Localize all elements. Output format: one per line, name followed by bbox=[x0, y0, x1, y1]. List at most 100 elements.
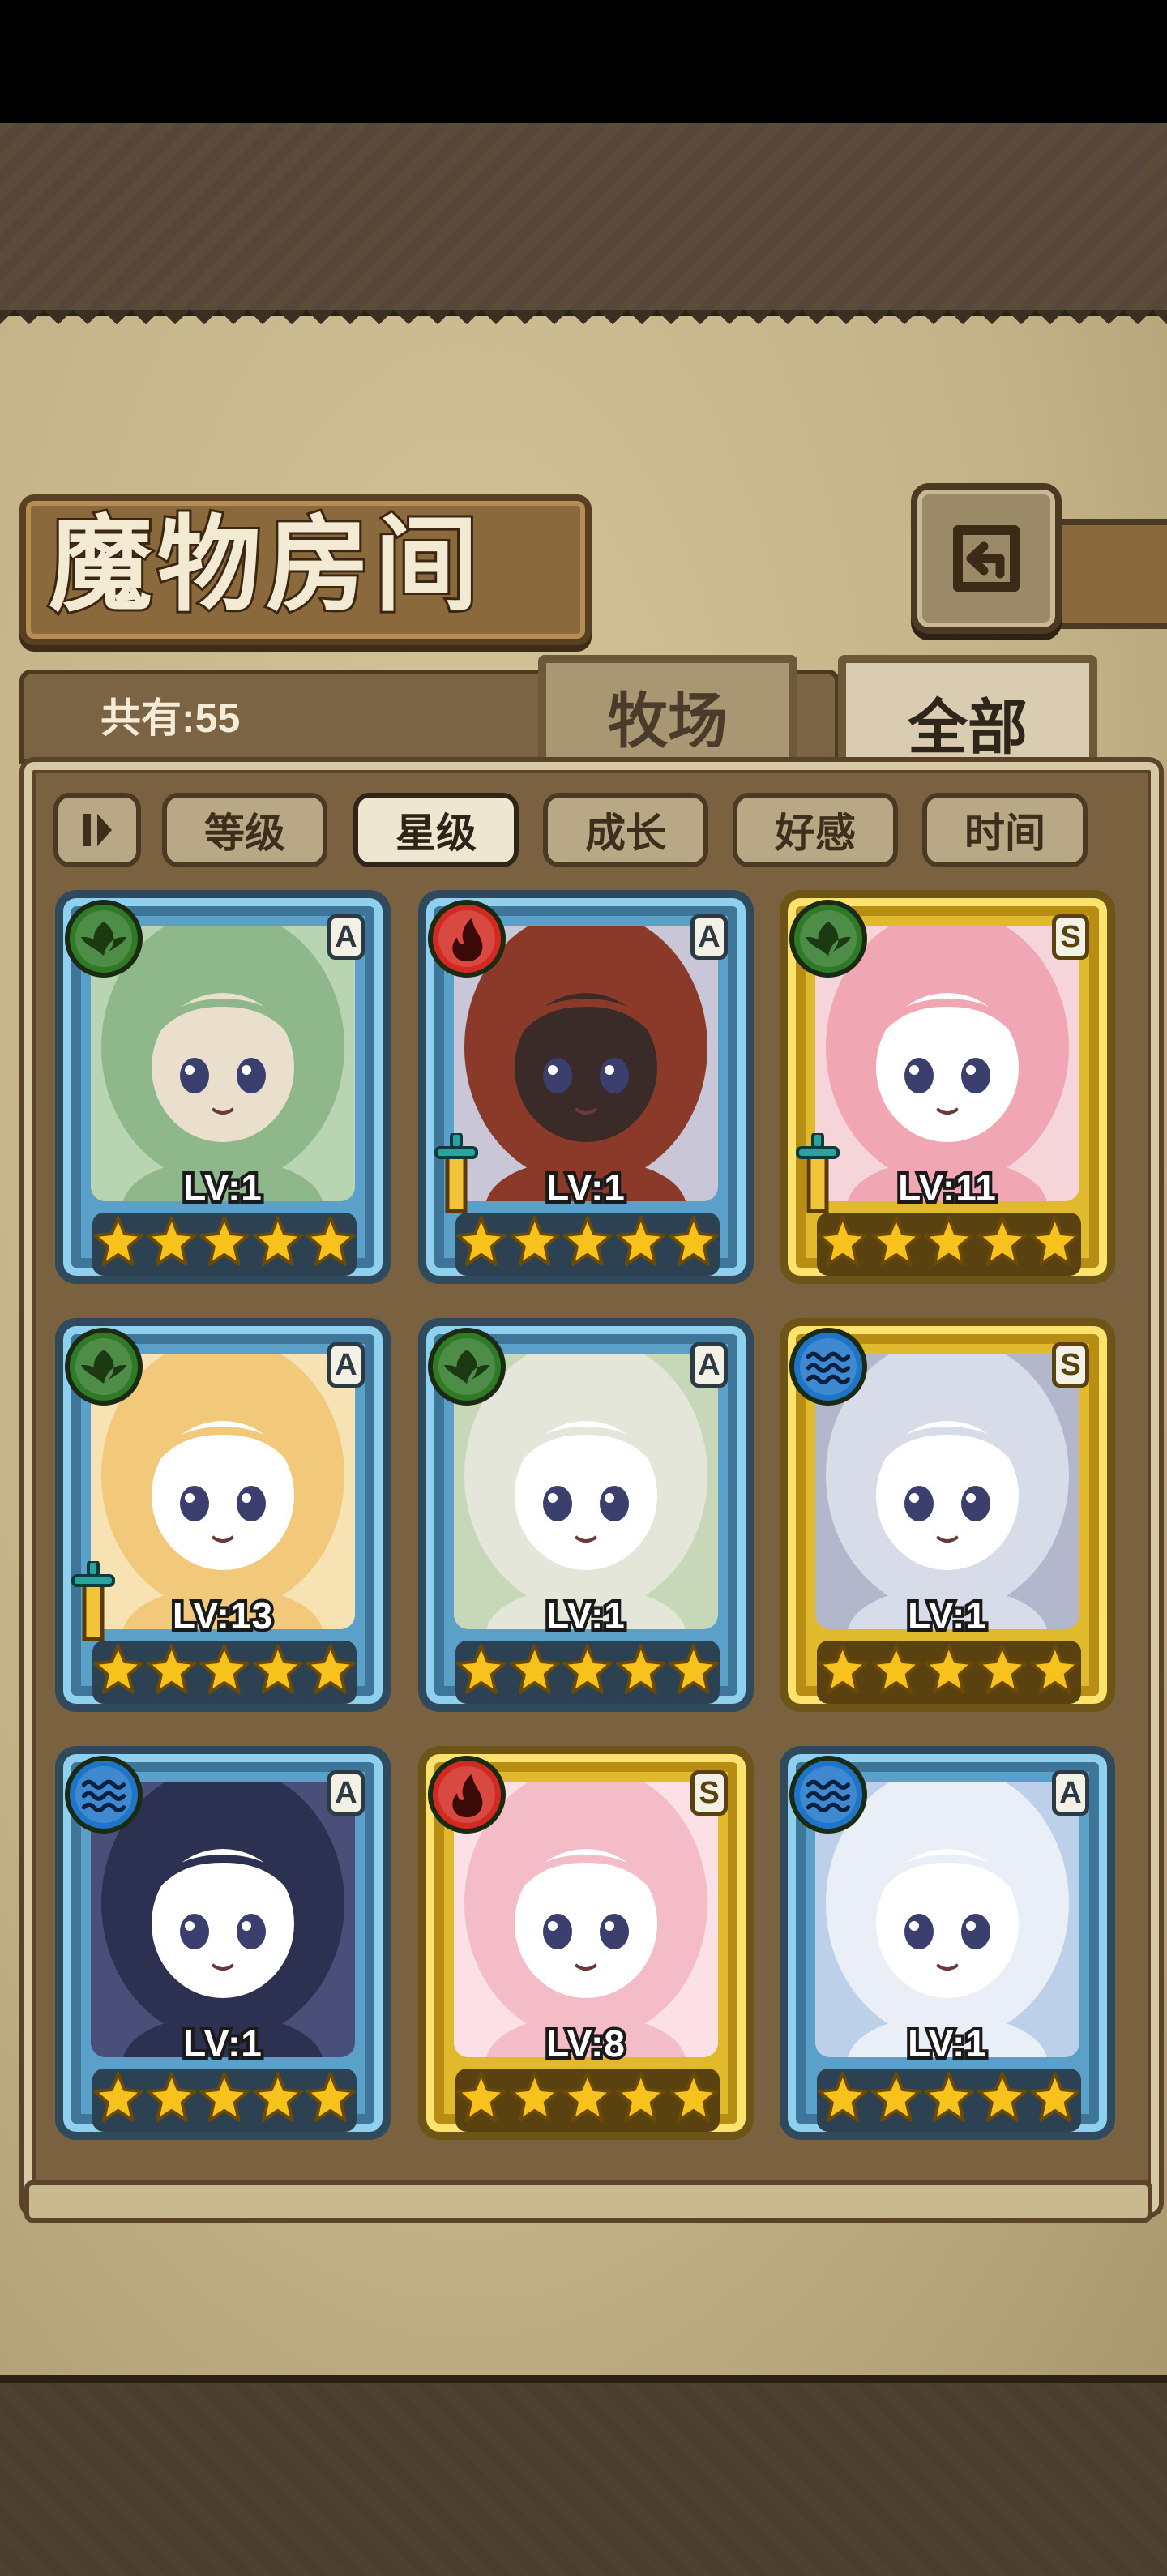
level-label: LV:1 bbox=[904, 1591, 990, 1640]
star-icon bbox=[93, 2072, 143, 2122]
level-label: LV:1 bbox=[543, 1163, 628, 1212]
level-label: LV:1 bbox=[180, 2019, 265, 2068]
rank-badge: S bbox=[690, 1770, 728, 1816]
star-icon bbox=[615, 1216, 666, 1266]
rank-badge: A bbox=[327, 1342, 365, 1388]
water-element-icon bbox=[789, 1328, 867, 1406]
star-icon bbox=[615, 2072, 666, 2122]
star-icon bbox=[1030, 2072, 1080, 2122]
map-strip-top bbox=[0, 123, 1167, 316]
star-rating bbox=[92, 1213, 357, 1276]
star-icon bbox=[146, 1644, 197, 1694]
star-icon bbox=[562, 2072, 613, 2122]
star-rating bbox=[455, 1641, 720, 1704]
star-icon bbox=[456, 1216, 507, 1266]
star-icon bbox=[306, 2072, 356, 2122]
rank-badge: A bbox=[690, 1342, 728, 1388]
monster-card[interactable]: S LV:8 bbox=[418, 1746, 754, 2140]
map-strip-bottom bbox=[0, 2375, 1167, 2576]
sort-order-toggle[interactable] bbox=[53, 793, 141, 867]
star-icon bbox=[252, 1644, 303, 1694]
star-icon bbox=[146, 2072, 197, 2122]
monster-card[interactable]: A LV:1 bbox=[418, 890, 754, 1284]
monster-card[interactable]: A LV:1 bbox=[418, 1318, 754, 1712]
star-icon bbox=[146, 1216, 197, 1266]
rank-badge: A bbox=[1052, 1770, 1089, 1816]
star-icon bbox=[562, 1644, 613, 1694]
star-icon bbox=[93, 1644, 143, 1694]
sort-order-icon bbox=[83, 814, 112, 846]
page-title: 魔物房间 bbox=[46, 502, 484, 628]
star-icon bbox=[93, 1216, 143, 1266]
star-icon bbox=[199, 2072, 250, 2122]
star-icon bbox=[509, 1216, 560, 1266]
tab-ranch[interactable]: 牧场 bbox=[538, 655, 797, 777]
level-label: LV:8 bbox=[543, 2019, 628, 2068]
star-icon bbox=[252, 1216, 303, 1266]
back-button-tail bbox=[1049, 519, 1167, 629]
star-icon bbox=[456, 2072, 507, 2122]
monster-card[interactable]: A LV:1 bbox=[55, 890, 391, 1284]
star-rating bbox=[92, 2069, 357, 2132]
star-icon bbox=[669, 2072, 719, 2122]
monster-count: 共有:55 bbox=[100, 695, 241, 741]
monster-card[interactable]: A LV:13 bbox=[55, 1318, 391, 1712]
star-icon bbox=[818, 1644, 868, 1694]
star-icon bbox=[562, 1216, 613, 1266]
star-icon bbox=[199, 1644, 250, 1694]
star-icon bbox=[669, 1216, 719, 1266]
star-icon bbox=[977, 1216, 1028, 1266]
star-icon bbox=[669, 1644, 719, 1694]
star-icon bbox=[615, 1644, 666, 1694]
wood-element-icon bbox=[789, 900, 867, 978]
rank-badge: A bbox=[690, 914, 728, 960]
zigzag-border-top bbox=[0, 310, 1167, 339]
back-arrow-icon bbox=[953, 525, 1020, 592]
star-icon bbox=[1030, 1644, 1080, 1694]
sort-star-button[interactable]: 星级 bbox=[353, 793, 519, 867]
star-icon bbox=[456, 1644, 507, 1694]
level-label: LV:1 bbox=[904, 2019, 990, 2068]
level-label: LV:1 bbox=[543, 1591, 628, 1640]
sort-level-button[interactable]: 等级 bbox=[162, 793, 327, 867]
fire-element-icon bbox=[428, 1756, 506, 1834]
star-icon bbox=[924, 1216, 974, 1266]
fire-element-icon bbox=[428, 900, 506, 978]
star-icon bbox=[509, 1644, 560, 1694]
sort-growth-button[interactable]: 成长 bbox=[543, 793, 708, 867]
star-rating bbox=[817, 2069, 1081, 2132]
monster-card[interactable]: A LV:1 bbox=[780, 1746, 1115, 2140]
rank-badge: A bbox=[327, 1770, 365, 1816]
star-icon bbox=[306, 1644, 356, 1694]
monster-card[interactable]: A LV:1 bbox=[55, 1746, 391, 2140]
level-label: LV:1 bbox=[180, 1163, 265, 1212]
star-icon bbox=[818, 1216, 868, 1266]
monster-card[interactable]: S LV:1 bbox=[780, 1318, 1115, 1712]
star-icon bbox=[870, 2072, 921, 2122]
wood-element-icon bbox=[428, 1328, 506, 1406]
star-icon bbox=[1030, 1216, 1080, 1266]
star-icon bbox=[306, 1216, 356, 1266]
star-rating bbox=[817, 1213, 1081, 1276]
water-element-icon bbox=[65, 1756, 143, 1834]
star-rating bbox=[817, 1641, 1081, 1704]
wood-element-icon bbox=[65, 1328, 143, 1406]
star-icon bbox=[818, 2072, 868, 2122]
star-rating bbox=[455, 2069, 720, 2132]
star-icon bbox=[509, 2072, 560, 2122]
rank-badge: S bbox=[1052, 1342, 1089, 1388]
level-label: LV:11 bbox=[895, 1163, 999, 1212]
panel-bottom-rail bbox=[24, 2180, 1152, 2223]
monster-card[interactable]: S LV:11 bbox=[780, 890, 1115, 1284]
star-icon bbox=[870, 1644, 921, 1694]
star-rating bbox=[92, 1641, 357, 1704]
wood-element-icon bbox=[65, 900, 143, 978]
status-bar bbox=[0, 0, 1167, 123]
level-label: LV:13 bbox=[169, 1591, 276, 1640]
sort-affection-button[interactable]: 好感 bbox=[733, 793, 898, 867]
sort-time-button[interactable]: 时间 bbox=[922, 793, 1088, 867]
water-element-icon bbox=[789, 1756, 867, 1834]
back-button[interactable] bbox=[911, 483, 1062, 634]
rank-badge: A bbox=[327, 914, 365, 960]
star-icon bbox=[870, 1216, 921, 1266]
